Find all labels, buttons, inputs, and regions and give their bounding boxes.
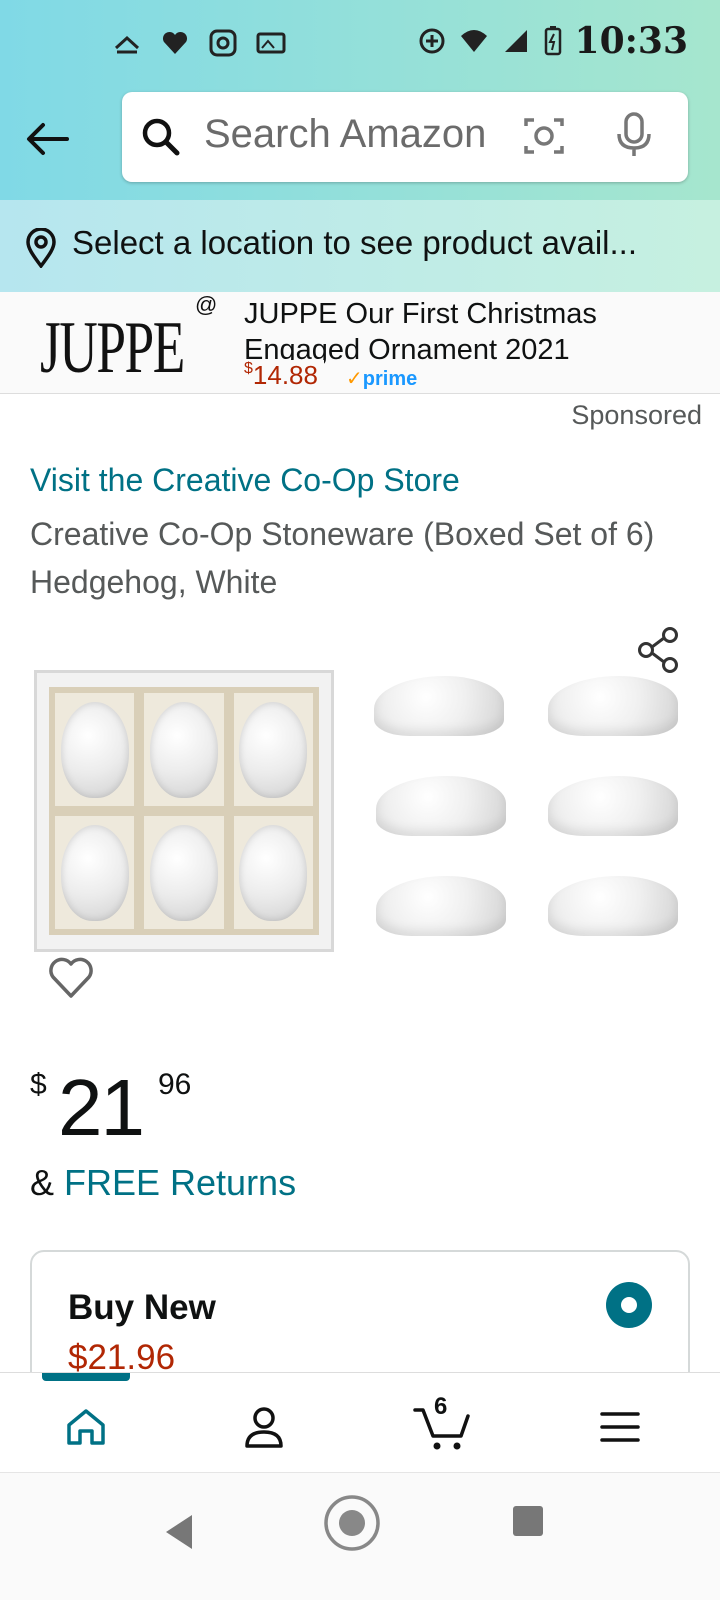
status-bar: 10:33 bbox=[0, 0, 720, 88]
price-symbol: $ bbox=[30, 1068, 47, 1101]
menu-icon bbox=[600, 1412, 640, 1442]
system-home-icon[interactable] bbox=[322, 1493, 382, 1553]
nav-active-indicator bbox=[42, 1373, 130, 1381]
free-returns-prefix: & bbox=[30, 1162, 65, 1203]
search-row: Search Amazon bbox=[0, 92, 720, 192]
nav-menu[interactable] bbox=[590, 1397, 650, 1457]
ad-title: JUPPE Our First Christmas Engaged Orname… bbox=[244, 298, 597, 366]
buy-new-title: Buy New bbox=[68, 1288, 216, 1327]
instagram-icon bbox=[209, 29, 237, 57]
sponsored-label: Sponsored bbox=[571, 400, 702, 430]
system-nav-bar bbox=[0, 1472, 720, 1600]
search-input[interactable]: Search Amazon bbox=[122, 92, 688, 182]
juppe-logo-mark: @ bbox=[195, 292, 218, 317]
product-image[interactable] bbox=[34, 666, 694, 956]
juppe-logo: JUPPE bbox=[40, 307, 185, 389]
system-recents-icon[interactable] bbox=[512, 1505, 544, 1537]
wishlist-heart-icon[interactable] bbox=[48, 956, 94, 1000]
search-placeholder: Search Amazon bbox=[204, 112, 487, 156]
ad-price-value: 14.88 bbox=[252, 360, 318, 390]
free-returns: & FREE Returns bbox=[30, 1162, 296, 1204]
location-bar[interactable]: Select a location to see product avail..… bbox=[0, 200, 720, 292]
account-icon bbox=[245, 1407, 283, 1448]
back-arrow-icon bbox=[27, 123, 69, 155]
price-whole: 21 bbox=[58, 1063, 145, 1152]
home-icon bbox=[67, 1409, 105, 1445]
cell-signal-icon bbox=[504, 30, 527, 52]
location-pin-icon bbox=[26, 228, 56, 268]
gift-box-image bbox=[34, 670, 334, 952]
heart-notification-icon bbox=[162, 31, 188, 54]
back-button[interactable] bbox=[22, 114, 72, 164]
status-notification-icons bbox=[112, 28, 286, 58]
nav-cart[interactable]: 6 bbox=[408, 1393, 478, 1457]
status-system-icons: 10:33 bbox=[417, 20, 688, 62]
nav-home[interactable] bbox=[56, 1397, 116, 1457]
nav-account[interactable] bbox=[234, 1397, 294, 1457]
product-title: Creative Co-Op Stoneware (Boxed Set of 6… bbox=[30, 516, 655, 600]
ad-price: $14.88 bbox=[244, 360, 324, 391]
buy-new-radio[interactable] bbox=[606, 1282, 652, 1328]
search-icon bbox=[142, 118, 180, 156]
missed-call-icon bbox=[114, 35, 140, 54]
camera-search-icon[interactable] bbox=[522, 114, 566, 158]
wifi-icon bbox=[460, 30, 487, 52]
visit-store-link[interactable]: Visit the Creative Co-Op Store bbox=[30, 462, 460, 499]
battery-icon bbox=[544, 26, 561, 56]
prime-badge: ✓prime bbox=[346, 366, 418, 391]
system-back-icon[interactable] bbox=[162, 1513, 196, 1551]
photo-icon bbox=[256, 32, 286, 54]
microphone-icon[interactable] bbox=[616, 112, 652, 158]
prime-label: prime bbox=[362, 368, 418, 390]
cart-count: 6 bbox=[434, 1393, 448, 1420]
free-returns-link[interactable]: FREE Returns bbox=[64, 1162, 296, 1203]
ad-price-symbol: $ bbox=[244, 360, 253, 377]
status-time: 10:33 bbox=[574, 20, 688, 62]
bottom-nav: 6 bbox=[0, 1372, 720, 1472]
price-fraction: 96 bbox=[158, 1068, 192, 1101]
location-text: Select a location to see product avail..… bbox=[72, 224, 637, 261]
data-saver-icon bbox=[419, 28, 445, 54]
sponsored-ad-banner[interactable]: JUPPE @ JUPPE Our First Christmas Engage… bbox=[0, 292, 720, 394]
